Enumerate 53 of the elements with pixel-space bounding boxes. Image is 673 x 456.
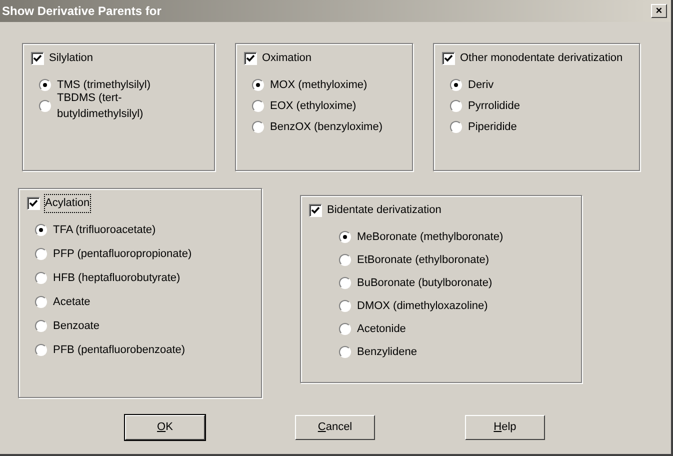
radio-button[interactable]: [35, 344, 47, 356]
checkbox[interactable]: [309, 204, 322, 217]
radio-label[interactable]: Benzoate: [53, 318, 100, 334]
radio-label[interactable]: MeBoronate (methylboronate): [357, 228, 504, 246]
close-button[interactable]: ×: [651, 4, 667, 18]
radio-button[interactable]: [35, 296, 47, 308]
checkbox-label[interactable]: Bidentate derivatization: [327, 202, 442, 218]
radio-button[interactable]: [339, 254, 351, 266]
window-title: Show Derivative Parents for: [2, 3, 162, 20]
checkbox-label[interactable]: Silylation: [49, 50, 94, 66]
radio-label[interactable]: Deriv: [468, 76, 494, 94]
radio-label[interactable]: EtBoronate (ethylboronate): [357, 252, 490, 268]
checkbox-label[interactable]: Oximation: [262, 50, 312, 66]
radio-label[interactable]: HFB (heptafluorobutyrate): [53, 270, 180, 286]
checkbox-label[interactable]: Other monodentate derivatization: [460, 50, 623, 66]
radio-label[interactable]: EOX (ethyloxime): [270, 98, 356, 114]
radio-button[interactable]: [252, 100, 264, 112]
radio-label[interactable]: PFP (pentafluoropropionate): [53, 246, 192, 262]
radio-label[interactable]: Pyrrolidide: [468, 98, 520, 114]
dialog-button[interactable]: Help: [465, 415, 545, 440]
radio-label[interactable]: Benzylidene: [357, 344, 417, 360]
radio-button[interactable]: [339, 346, 351, 358]
radio-label[interactable]: Piperidide: [468, 118, 517, 136]
radio-label[interactable]: BenzOX (benzyloxime): [270, 118, 382, 136]
radio-button[interactable]: [450, 79, 462, 91]
radio-button[interactable]: [35, 248, 47, 260]
radio-button[interactable]: [339, 231, 351, 243]
radio-label[interactable]: DMOX (dimethyloxazoline): [357, 298, 488, 314]
radio-button[interactable]: [339, 323, 351, 335]
radio-label[interactable]: BuBoronate (butylboronate): [357, 274, 492, 292]
radio-button[interactable]: [339, 277, 351, 289]
radio-label[interactable]: Acetonide: [357, 320, 406, 338]
radio-label[interactable]: PFB (pentafluorobenzoate): [53, 342, 186, 358]
radio-button[interactable]: [35, 272, 47, 284]
checkbox[interactable]: [244, 52, 257, 65]
checkbox-label[interactable]: Acylation: [45, 195, 90, 212]
radio-button[interactable]: [35, 320, 47, 332]
checkbox[interactable]: [442, 52, 455, 65]
radio-button[interactable]: [39, 79, 51, 91]
radio-button[interactable]: [339, 300, 351, 312]
radio-button[interactable]: [450, 100, 462, 112]
dialog-button[interactable]: OK: [125, 415, 205, 440]
dialog-button[interactable]: Cancel: [295, 415, 375, 440]
radio-button[interactable]: [252, 79, 264, 91]
radio-label[interactable]: Acetate: [53, 294, 90, 310]
radio-button[interactable]: [450, 121, 462, 133]
radio-button[interactable]: [252, 121, 264, 133]
radio-label[interactable]: MOX (methyloxime): [270, 76, 368, 94]
checkbox[interactable]: [31, 52, 44, 65]
radio-button[interactable]: [39, 100, 51, 112]
radio-button[interactable]: [35, 224, 47, 236]
radio-label[interactable]: TFA (trifluoroacetate): [53, 222, 156, 238]
checkbox[interactable]: [27, 196, 40, 210]
